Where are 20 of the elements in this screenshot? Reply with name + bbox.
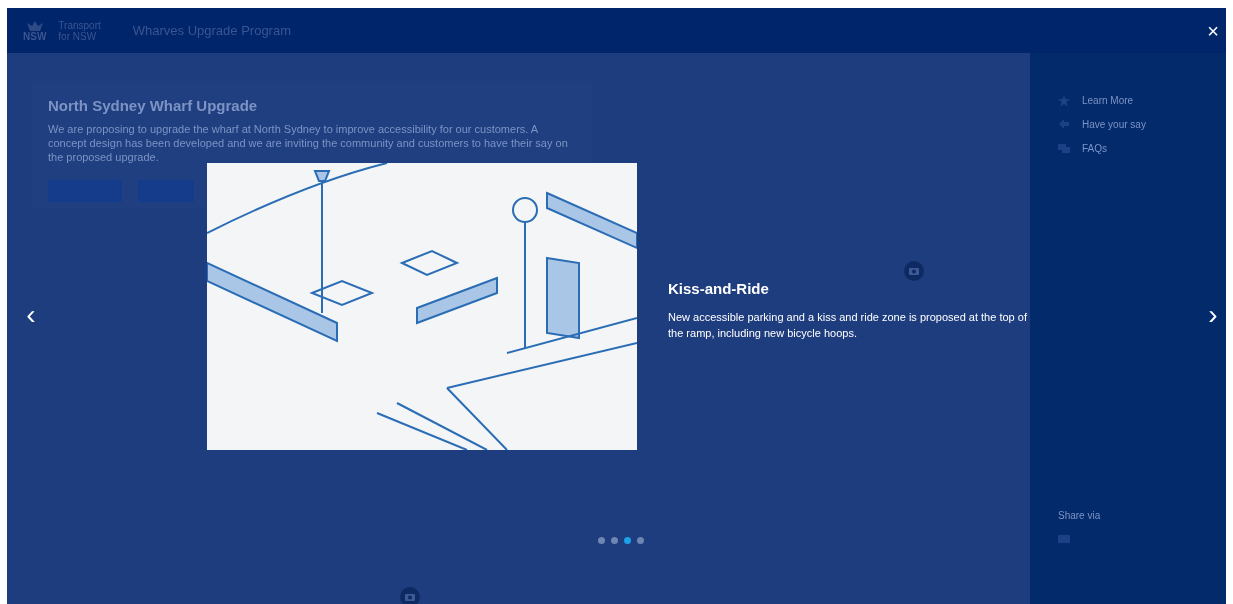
camera-icon[interactable] bbox=[904, 261, 924, 281]
caption-title: Kiss-and-Ride bbox=[668, 279, 770, 299]
sidebar-link[interactable]: FAQs bbox=[1082, 141, 1107, 156]
next-button[interactable]: › bbox=[1201, 300, 1225, 330]
share-label: Share via bbox=[1058, 509, 1102, 523]
star-icon bbox=[1058, 94, 1070, 107]
caption-text: New accessible parking and a kiss and ride zone is proposed at the top of the ramp, including new bicycle hoops. bbox=[668, 309, 1028, 341]
logo-text: for NSW bbox=[58, 30, 97, 42]
email-icon[interactable] bbox=[1058, 535, 1070, 543]
chat-icon bbox=[1058, 142, 1070, 155]
sidebar-link[interactable]: Learn More bbox=[1082, 93, 1134, 108]
sidebar-link[interactable]: Have your say bbox=[1082, 117, 1146, 132]
site-title: Wharves Upgrade Program bbox=[132, 21, 291, 40]
camera-icon[interactable] bbox=[400, 587, 420, 604]
logo-text: NSW bbox=[23, 31, 47, 42]
previous-button[interactable]: ‹ bbox=[19, 300, 43, 330]
close-button[interactable]: × bbox=[1202, 20, 1224, 42]
arrows-icon bbox=[1058, 118, 1070, 131]
intro-paragraph: We are proposing to upgrade the wharf at North Sydney to improve accessibility for our customers. A concept design has been developed and we are inviting the community and customers to have their say on the proposed upgrade. bbox=[48, 121, 568, 164]
page-heading: North Sydney Wharf Upgrade bbox=[48, 96, 259, 116]
